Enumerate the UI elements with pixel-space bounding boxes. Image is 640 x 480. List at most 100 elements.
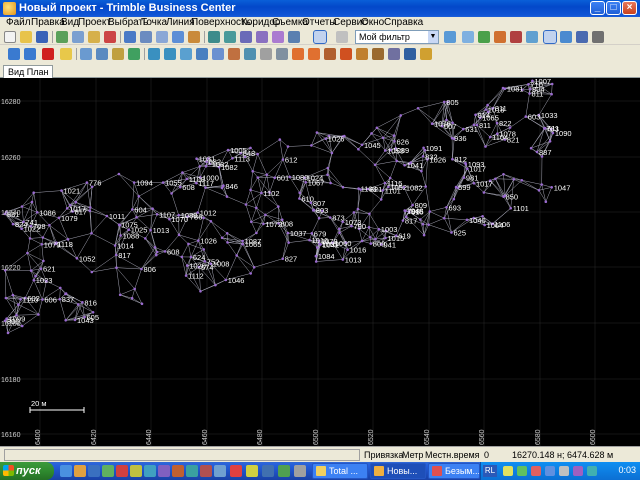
survey-point[interactable] <box>451 157 454 161</box>
image-icon[interactable] <box>212 48 224 60</box>
survey-point[interactable] <box>184 274 188 277</box>
survey-point[interactable] <box>286 145 290 148</box>
taskbar-item-total-commander[interactable]: Total ... <box>312 463 368 479</box>
survey-point[interactable] <box>244 203 248 206</box>
survey-point[interactable] <box>527 83 530 86</box>
survey-point[interactable] <box>443 216 446 220</box>
survey-point[interactable] <box>315 131 319 134</box>
survey-point[interactable] <box>48 223 51 227</box>
volume-icon[interactable] <box>587 466 597 476</box>
survey-point[interactable] <box>529 146 533 150</box>
survey-point[interactable] <box>256 152 259 156</box>
survey-point[interactable] <box>401 219 405 222</box>
compass-icon[interactable] <box>372 48 384 60</box>
survey-point[interactable] <box>550 82 554 86</box>
survey-point[interactable] <box>328 216 332 219</box>
survey-point[interactable] <box>137 195 141 198</box>
survey-point[interactable] <box>502 173 505 176</box>
zoom-out-icon[interactable] <box>224 31 236 43</box>
save-icon[interactable] <box>36 31 48 43</box>
survey-point[interactable] <box>225 195 229 198</box>
survey-point[interactable] <box>341 258 345 261</box>
start-button[interactable]: пуск <box>0 462 54 480</box>
survey-point[interactable] <box>264 213 267 217</box>
survey-point[interactable] <box>462 176 466 179</box>
survey-point[interactable] <box>177 233 181 237</box>
survey-point[interactable] <box>544 200 548 203</box>
survey-point[interactable] <box>286 231 290 235</box>
survey-point[interactable] <box>484 145 487 148</box>
survey-point[interactable] <box>90 270 94 274</box>
survey-point[interactable] <box>58 297 61 301</box>
survey-point[interactable] <box>225 232 229 235</box>
quicklaunch-app2-icon[interactable] <box>130 465 142 477</box>
survey-point[interactable] <box>135 216 138 219</box>
survey-point[interactable] <box>17 303 20 306</box>
survey-point[interactable] <box>360 239 364 243</box>
survey-point[interactable] <box>37 313 40 316</box>
survey-point[interactable] <box>32 191 35 194</box>
survey-point[interactable] <box>312 208 316 212</box>
survey-point[interactable] <box>40 243 44 246</box>
survey-point[interactable] <box>77 303 80 306</box>
survey-point[interactable] <box>204 164 208 168</box>
quicklaunch-app7-icon[interactable] <box>200 465 212 477</box>
document-icon[interactable] <box>228 48 240 60</box>
quicklaunch-app10-icon[interactable] <box>246 465 258 477</box>
survey-point[interactable] <box>310 144 313 147</box>
menu-file[interactable]: Файл <box>6 17 31 29</box>
survey-point[interactable] <box>90 232 93 235</box>
survey-point[interactable] <box>20 205 24 208</box>
survey-point[interactable] <box>131 208 134 211</box>
survey-point[interactable] <box>338 231 341 235</box>
survey-point[interactable] <box>260 191 263 195</box>
survey-point[interactable] <box>488 135 492 139</box>
survey-point[interactable] <box>41 298 44 301</box>
select-points-icon[interactable] <box>124 31 136 43</box>
survey-point[interactable] <box>252 266 256 269</box>
menu-window[interactable]: Окно <box>361 17 384 29</box>
pan-icon[interactable] <box>256 31 268 43</box>
survey-point[interactable] <box>370 132 373 135</box>
tab-plan-view[interactable]: Вид План <box>3 65 54 78</box>
survey-point[interactable] <box>89 206 92 209</box>
survey-point[interactable] <box>383 149 387 152</box>
survey-point[interactable] <box>197 239 200 242</box>
survey-point[interactable] <box>231 157 234 160</box>
survey-point[interactable] <box>187 242 190 246</box>
language-indicator[interactable]: RL <box>483 465 497 477</box>
layers-icon[interactable] <box>336 31 348 43</box>
survey-point[interactable] <box>462 127 465 131</box>
survey-point[interactable] <box>421 155 425 158</box>
survey-point[interactable] <box>20 324 24 328</box>
quicklaunch-media-icon[interactable] <box>102 465 114 477</box>
survey-point[interactable] <box>19 298 22 301</box>
survey-point[interactable] <box>75 257 79 260</box>
survey-point[interactable] <box>130 296 134 300</box>
survey-point[interactable] <box>452 197 456 201</box>
survey-point[interactable] <box>537 189 541 192</box>
survey-point[interactable] <box>119 234 122 237</box>
survey-point[interactable] <box>74 200 78 204</box>
zoom-extents-icon[interactable] <box>240 31 252 43</box>
survey-point[interactable] <box>202 248 205 251</box>
delete-icon[interactable] <box>42 48 54 60</box>
zoom-in-icon[interactable] <box>208 31 220 43</box>
survey-point[interactable] <box>250 220 253 224</box>
grid-toggle-icon[interactable] <box>313 30 327 44</box>
survey-point[interactable] <box>357 187 360 190</box>
quicklaunch-app11-icon[interactable] <box>262 465 274 477</box>
filter-select[interactable]: Мой фильтр ▼ <box>355 30 439 44</box>
report-icon[interactable] <box>404 48 416 60</box>
survey-point[interactable] <box>494 177 497 181</box>
minimize-button[interactable]: _ <box>590 1 605 15</box>
survey-point[interactable] <box>241 239 244 243</box>
survey-point[interactable] <box>482 191 486 194</box>
survey-point[interactable] <box>226 148 230 152</box>
survey-point[interactable] <box>224 278 228 282</box>
tray-icon[interactable] <box>573 466 583 476</box>
redo-icon[interactable] <box>24 48 36 60</box>
survey-point[interactable] <box>88 209 92 212</box>
survey-point[interactable] <box>105 214 109 218</box>
survey-point[interactable] <box>265 173 269 176</box>
